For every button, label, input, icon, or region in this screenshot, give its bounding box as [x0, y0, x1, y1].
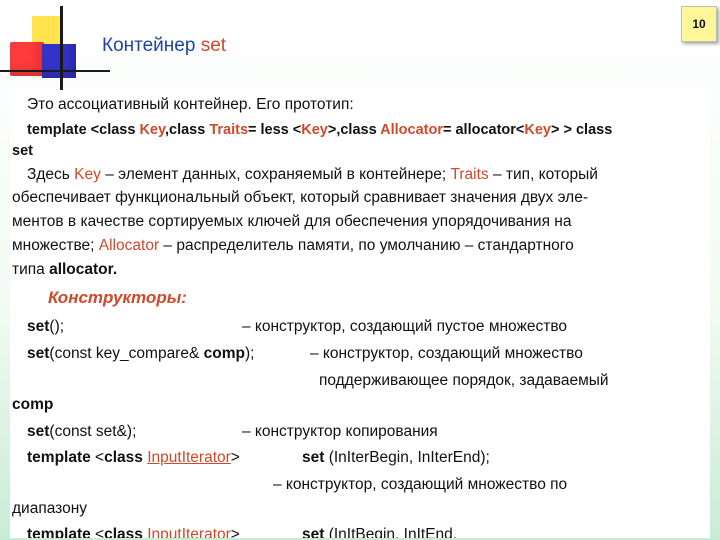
- prototype-line-2: set: [12, 143, 33, 159]
- ctor-range-name: set (InIterBegin, InIterEnd);: [302, 449, 490, 466]
- slide-title: Контейнер set: [102, 35, 227, 56]
- ctor-copy-description: – конструктор копирования: [242, 423, 438, 440]
- ctor-copy-signature: set(const set&);: [27, 423, 137, 440]
- ctor-compare-signature: set(const key_compare& comp);: [27, 345, 255, 362]
- description-line-3: ментов в качестве сортируемых ключей для…: [12, 213, 572, 230]
- content-panel: Это ассоциативный контейнер. Его прототи…: [10, 90, 710, 538]
- ctor-range-signature: template <class InputIterator>: [27, 449, 240, 466]
- description-line-2: обеспечивает функциональный объект, кото…: [12, 189, 588, 206]
- prototype-line: template <class Key,class Traits= less <…: [27, 122, 613, 138]
- decorative-squares-logo: [0, 0, 110, 90]
- ctor-range-description: – конструктор, создающий множество по: [273, 476, 568, 493]
- ctor-compare-description: – конструктор, создающий множество: [310, 345, 583, 362]
- ctor-range-compare-name: set (InItBegin, InItEnd,: [302, 526, 458, 538]
- ctor-default-description: – конструктор, создающий пустое множеств…: [242, 318, 568, 335]
- ctor-range-compare-signature: template <class InputIterator>: [27, 526, 240, 538]
- ctor-compare-description-3: comp: [12, 396, 54, 413]
- slide: Контейнер set 10 Это ассоциативный конте…: [0, 0, 720, 540]
- page-number: 10: [681, 6, 717, 42]
- description-line-5: типа allocator.: [12, 261, 118, 278]
- ctor-range-description-2: диапазону: [12, 500, 88, 517]
- ctor-compare-description-2: поддерживающее порядок, задаваемый: [319, 372, 609, 389]
- horizontal-line: [0, 70, 110, 72]
- vertical-line: [60, 6, 63, 90]
- constructors-heading: Конструкторы:: [48, 288, 187, 307]
- blue-square: [42, 44, 76, 78]
- description-line-1: Здесь Key – элемент данных, сохраняемый …: [27, 166, 598, 183]
- intro-line: Это ассоциативный контейнер. Его прототи…: [27, 96, 354, 113]
- ctor-default-signature: set();: [27, 318, 65, 335]
- description-line-4: множестве; Allocator – распределитель па…: [12, 237, 574, 254]
